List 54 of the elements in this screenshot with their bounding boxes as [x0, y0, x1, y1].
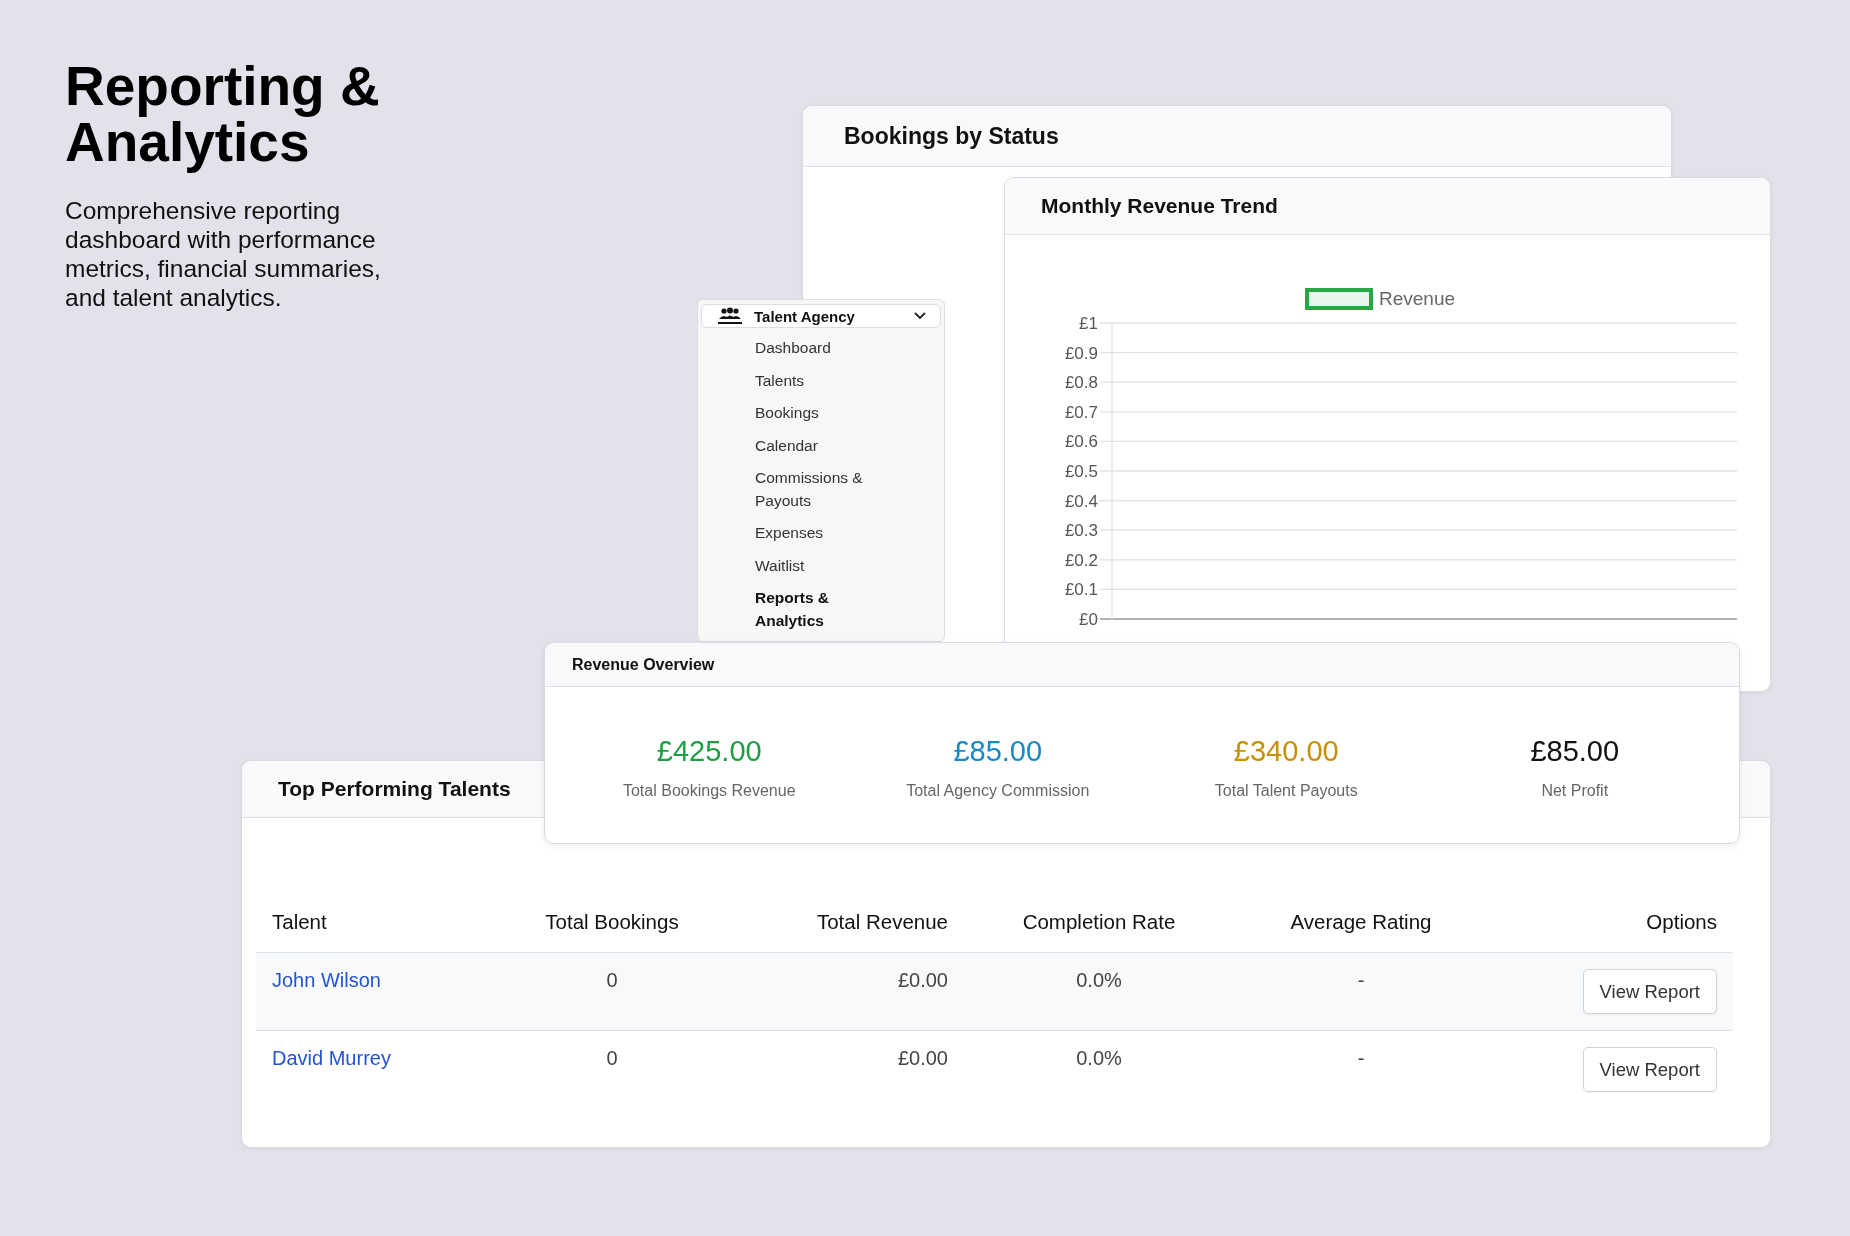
table-cell-text: 0 [606, 1046, 618, 1070]
table-cell-text: 0.0% [1076, 968, 1122, 992]
table-cell-text: - [1357, 1046, 1365, 1070]
table-cell-text: £0.00 [897, 1046, 949, 1070]
talent-link[interactable]: John Wilson [256, 953, 381, 992]
sidebar-item[interactable]: Talents [701, 364, 901, 397]
axis-tick-label: £0.4 [1064, 491, 1098, 511]
stat-label: Total Agency Commission [906, 782, 1090, 800]
table-cell-text: - [1357, 968, 1365, 992]
column-header: Total Revenue [816, 910, 949, 934]
legend-swatch[interactable] [1305, 288, 1373, 310]
axis-tick-label: £0.8 [1064, 373, 1098, 393]
sidebar-item[interactable]: Dashboard [701, 332, 901, 365]
sidebar-item[interactable]: Waitlist [701, 549, 901, 582]
column-header: Completion Rate [1022, 910, 1176, 934]
stat-label: Total Talent Payouts [1214, 782, 1358, 800]
sidebar-item[interactable]: Commissions & Payouts [701, 462, 901, 517]
sidebar-item[interactable]: Reports & Analytics [701, 582, 901, 637]
card-title: Monthly Revenue Trend [1041, 194, 1278, 218]
page-description: Comprehensive reporting dashboard with performance metrics, financial summaries, and talent analytics. [65, 196, 382, 312]
axis-tick-label: £0 [1079, 610, 1098, 629]
column-header: Options [1646, 910, 1718, 934]
view-report-button[interactable]: View Report [1582, 969, 1717, 1014]
table-cell-text: £0.00 [897, 968, 949, 992]
card-title: Top Performing Talents [278, 777, 511, 801]
stat-value: £425.00 [656, 735, 762, 768]
axis-tick-label: £0.6 [1064, 432, 1098, 452]
people-icon [718, 307, 742, 325]
column-header: Average Rating [1290, 910, 1432, 934]
axis-tick-label: £1 [1079, 314, 1098, 333]
card-title: Bookings by Status [844, 122, 1059, 150]
axis-tick-label: £0.2 [1064, 550, 1098, 570]
talent-link[interactable]: David Murrey [256, 1031, 391, 1070]
stat-value: £85.00 [1530, 735, 1620, 768]
stat-value: £85.00 [953, 735, 1043, 768]
table-cell-text: 0 [606, 968, 618, 992]
card-title: Revenue Overview [572, 655, 715, 674]
table-cell-text: 0.0% [1076, 1046, 1122, 1070]
axis-tick-label: £0.1 [1064, 580, 1098, 600]
column-header: Talent [271, 910, 327, 934]
stat-label: Net Profit [1541, 782, 1609, 800]
sidebar-item[interactable]: Bookings [701, 397, 901, 430]
stat-value: £340.00 [1233, 735, 1339, 768]
column-header: Total Bookings [545, 910, 679, 934]
legend-label[interactable]: Revenue [1379, 288, 1456, 309]
axis-tick-label: £0.7 [1064, 402, 1098, 422]
sidebar-group-header[interactable]: Talent Agency [701, 304, 941, 328]
axis-tick-label: £0.3 [1064, 521, 1098, 541]
axis-tick-label: £0.9 [1064, 343, 1098, 363]
view-report-button[interactable]: View Report [1582, 1047, 1717, 1092]
axis-tick-label: £0.5 [1064, 462, 1098, 481]
sidebar-item[interactable]: Expenses [701, 517, 901, 550]
stat-label: Total Bookings Revenue [622, 782, 796, 800]
sidebar-item[interactable]: Calendar [701, 429, 901, 462]
